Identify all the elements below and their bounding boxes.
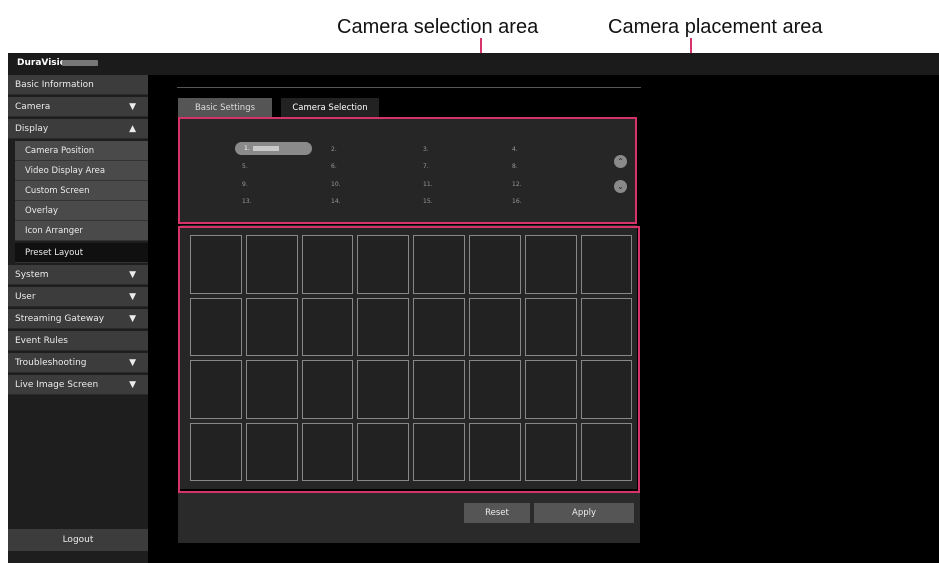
sidebar-item-label: Display: [15, 124, 49, 134]
camera-selection-area-highlight: [178, 117, 637, 224]
camera-selection-area-callout: Camera selection area: [337, 16, 539, 38]
tab-basic-settings[interactable]: Basic Settings: [178, 98, 272, 119]
sidebar-item-event-rules[interactable]: Event Rules: [8, 331, 148, 351]
sidebar-item-label: System: [15, 270, 49, 280]
sidebar: Basic Information Camera ▼ Display ▲ Cam…: [8, 75, 148, 563]
sidebar-item-label: Event Rules: [15, 336, 68, 346]
chevron-down-icon: ▼: [129, 358, 136, 368]
chevron-down-icon: ▼: [129, 314, 136, 324]
top-bar: DuraVision: [8, 53, 939, 75]
apply-button[interactable]: Apply: [534, 503, 634, 523]
sidebar-item-video-display-area[interactable]: Video Display Area: [15, 161, 148, 181]
chevron-up-icon: ▲: [129, 124, 136, 134]
sidebar-item-overlay[interactable]: Overlay: [15, 201, 148, 221]
logout-button[interactable]: Logout: [8, 529, 148, 551]
camera-placement-area-highlight: [178, 226, 640, 493]
sidebar-item-preset-layout[interactable]: Preset Layout: [15, 243, 148, 263]
sidebar-item-label: Streaming Gateway: [15, 314, 105, 324]
sidebar-item-troubleshooting[interactable]: Troubleshooting ▼: [8, 353, 148, 373]
divider: [177, 87, 641, 88]
chevron-down-icon: ▼: [129, 292, 136, 302]
sidebar-item-custom-screen[interactable]: Custom Screen: [15, 181, 148, 201]
tab-camera-selection[interactable]: Camera Selection: [281, 98, 379, 119]
sidebar-item-label: Troubleshooting: [15, 358, 87, 368]
chevron-down-icon: ▼: [129, 380, 136, 390]
sidebar-item-camera-position[interactable]: Camera Position: [15, 141, 148, 161]
reset-button[interactable]: Reset: [464, 503, 530, 523]
model-name-redacted: [62, 60, 98, 66]
sidebar-item-streaming-gateway[interactable]: Streaming Gateway ▼: [8, 309, 148, 329]
sidebar-item-display[interactable]: Display ▲: [8, 119, 148, 139]
sidebar-item-camera[interactable]: Camera ▼: [8, 97, 148, 117]
sidebar-item-system[interactable]: System ▼: [8, 265, 148, 285]
sidebar-item-label: Live Image Screen: [15, 380, 99, 390]
sidebar-item-user[interactable]: User ▼: [8, 287, 148, 307]
sidebar-item-live-image-screen[interactable]: Live Image Screen ▼: [8, 375, 148, 395]
camera-placement-area-callout: Camera placement area: [608, 16, 823, 38]
sidebar-item-label: User: [15, 292, 36, 302]
sidebar-item-icon-arranger[interactable]: Icon Arranger: [15, 221, 148, 241]
sidebar-item-label: Basic Information: [15, 80, 94, 90]
chevron-down-icon: ▼: [129, 102, 136, 112]
sidebar-item-label: Camera: [15, 102, 51, 112]
chevron-down-icon: ▼: [129, 270, 136, 280]
sidebar-item-basic-information[interactable]: Basic Information: [8, 75, 148, 95]
